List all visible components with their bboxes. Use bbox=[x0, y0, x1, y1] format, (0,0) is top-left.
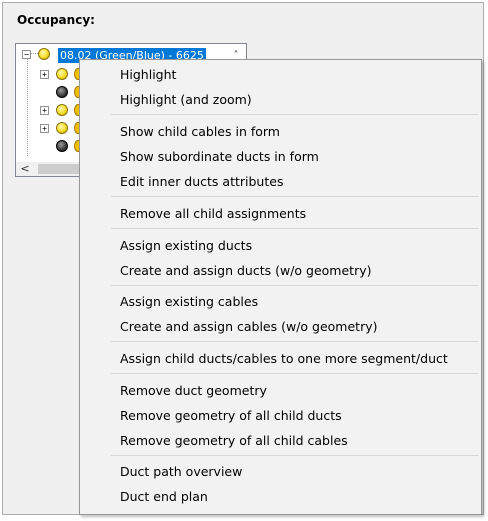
context-menu: Highlight Highlight (and zoom) Show chil… bbox=[79, 59, 482, 515]
menu-separator bbox=[111, 196, 479, 197]
menu-separator bbox=[111, 114, 479, 115]
menu-item-edit-inner-ducts[interactable]: Edit inner ducts attributes bbox=[120, 174, 283, 189]
expand-icon[interactable]: + bbox=[40, 106, 49, 115]
panel-title: Occupancy: bbox=[17, 13, 95, 27]
duct-node-icon bbox=[56, 68, 68, 80]
menu-item-remove-duct-geometry[interactable]: Remove duct geometry bbox=[120, 383, 267, 398]
menu-item-duct-path-overview[interactable]: Duct path overview bbox=[120, 464, 242, 479]
duct-node-icon bbox=[56, 104, 68, 116]
expand-icon[interactable]: + bbox=[40, 124, 49, 133]
expand-icon[interactable]: + bbox=[40, 70, 49, 79]
menu-item-remove-child-assignments[interactable]: Remove all child assignments bbox=[120, 206, 306, 221]
menu-item-show-child-cables[interactable]: Show child cables in form bbox=[120, 124, 280, 139]
duct-node-icon bbox=[38, 48, 50, 60]
empty-duct-icon bbox=[56, 140, 68, 152]
menu-item-create-assign-ducts[interactable]: Create and assign ducts (w/o geometry) bbox=[120, 263, 372, 278]
menu-separator bbox=[111, 455, 479, 456]
collapse-icon[interactable]: − bbox=[22, 50, 31, 59]
menu-separator bbox=[111, 341, 479, 342]
menu-separator bbox=[111, 285, 479, 286]
menu-item-assign-child-to-segment[interactable]: Assign child ducts/cables to one more se… bbox=[120, 351, 448, 366]
menu-item-highlight[interactable]: Highlight bbox=[120, 67, 176, 82]
scroll-left-icon[interactable]: < bbox=[18, 162, 32, 176]
menu-item-remove-child-ducts-geometry[interactable]: Remove geometry of all child ducts bbox=[120, 408, 342, 423]
menu-separator bbox=[111, 373, 479, 374]
duct-node-icon bbox=[56, 122, 68, 134]
menu-item-create-assign-cables[interactable]: Create and assign cables (w/o geometry) bbox=[120, 319, 378, 334]
menu-item-highlight-zoom[interactable]: Highlight (and zoom) bbox=[120, 92, 252, 107]
menu-separator bbox=[111, 228, 479, 229]
menu-item-show-subordinate-ducts[interactable]: Show subordinate ducts in form bbox=[120, 149, 319, 164]
menu-item-duct-end-plan[interactable]: Duct end plan bbox=[120, 489, 208, 504]
menu-icon-gutter bbox=[80, 60, 108, 514]
menu-item-assign-existing-cables[interactable]: Assign existing cables bbox=[120, 294, 258, 309]
empty-duct-icon bbox=[56, 86, 68, 98]
menu-item-assign-existing-ducts[interactable]: Assign existing ducts bbox=[120, 238, 252, 253]
menu-item-remove-child-cables-geometry[interactable]: Remove geometry of all child cables bbox=[120, 433, 348, 448]
